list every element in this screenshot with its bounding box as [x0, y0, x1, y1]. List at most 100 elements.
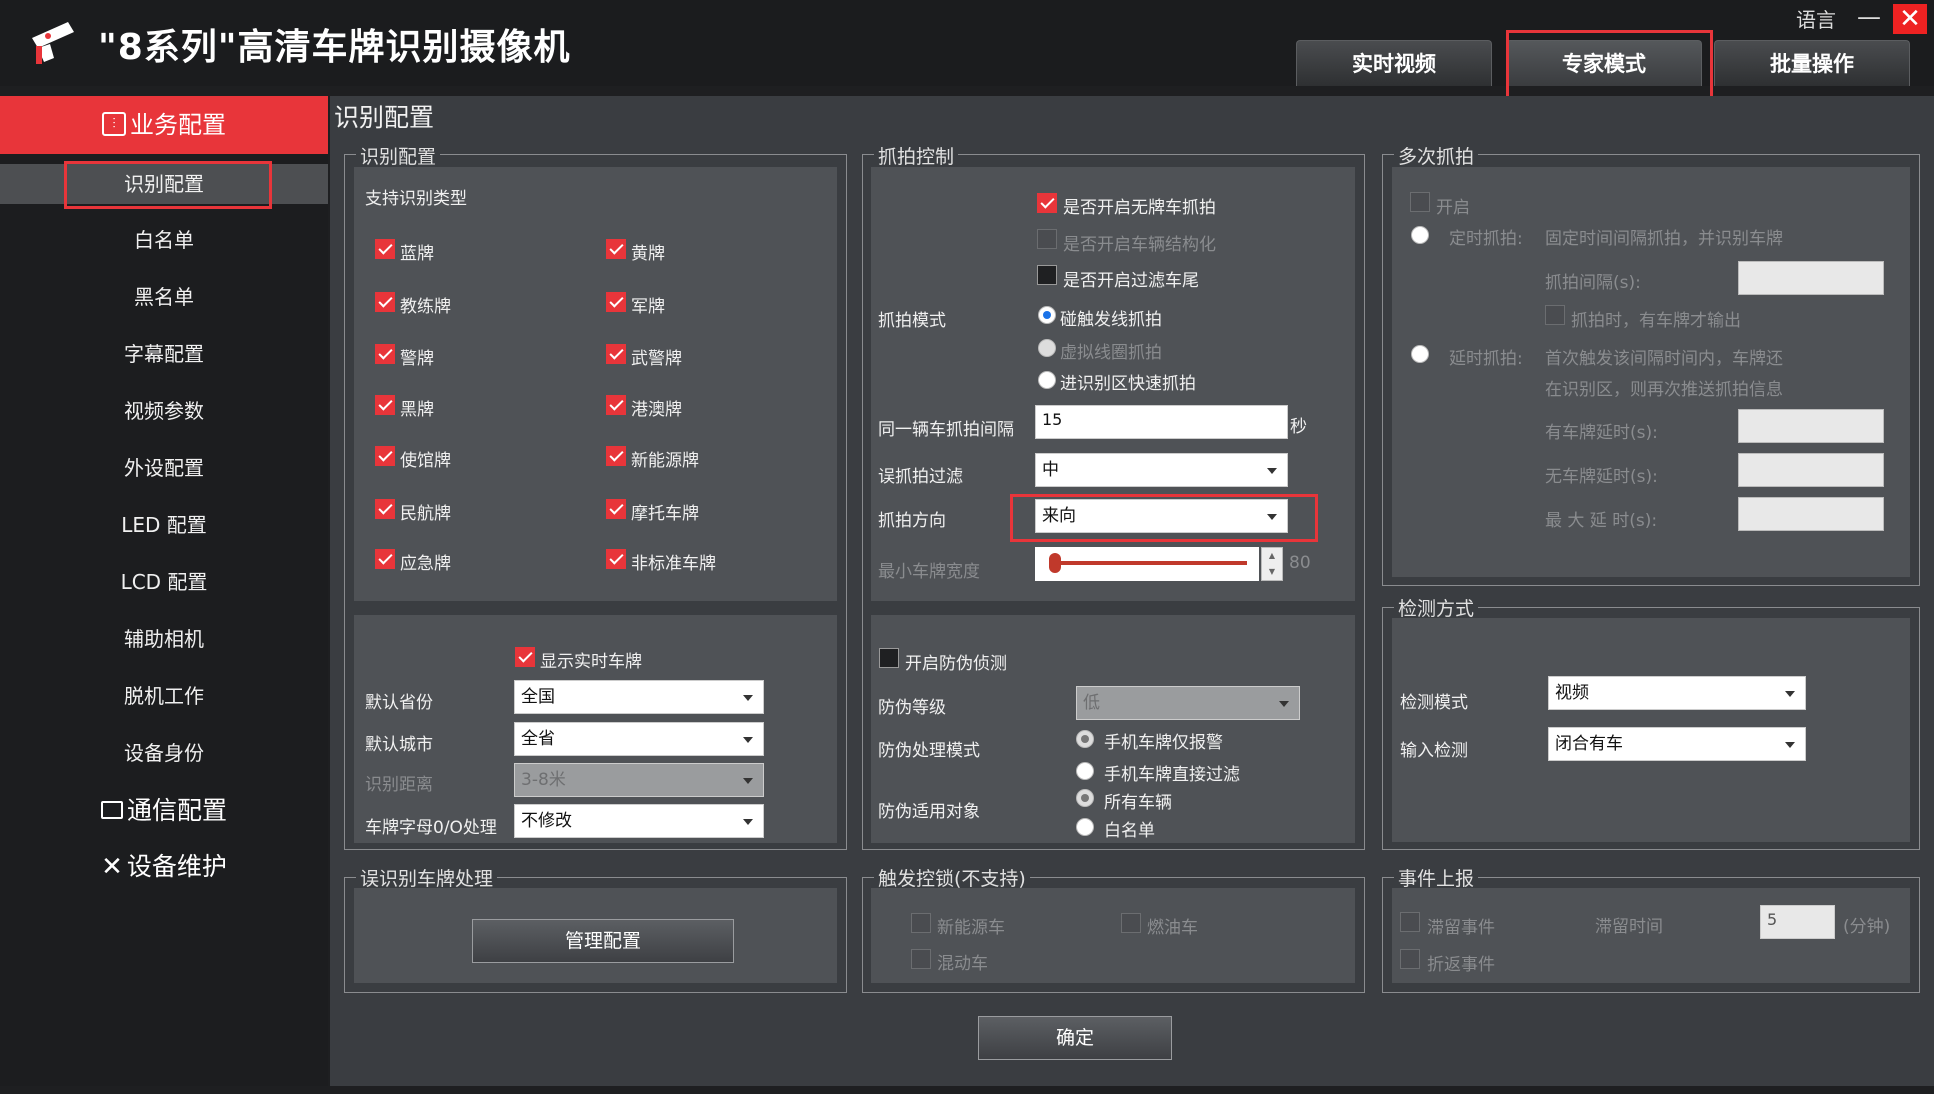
province-label: 默认省份: [365, 693, 433, 713]
radio-label: 白名单: [1104, 821, 1155, 841]
delay-desc: 在识别区，则再次推送抓拍信息: [1545, 380, 1783, 400]
radio-fast-capture[interactable]: [1038, 371, 1056, 389]
detect-mode-label: 检测模式: [1400, 693, 1468, 713]
checkbox-hybrid-vehicle[interactable]: [911, 949, 931, 969]
sidebar-item-recog-config[interactable]: 识别配置: [0, 164, 328, 204]
capture-mode-label: 抓拍模式: [878, 311, 946, 331]
checkbox-fuel-vehicle[interactable]: [1121, 913, 1141, 933]
checkbox-label: 滞留事件: [1427, 918, 1495, 938]
close-button[interactable]: ✕: [1893, 4, 1927, 34]
checkbox-label: 显示实时车牌: [540, 652, 642, 672]
sidebar-item-comm-config[interactable]: 通信配置: [0, 788, 328, 834]
province-select[interactable]: 全国: [514, 680, 764, 714]
sidebar-item-lcd[interactable]: LCD 配置: [0, 562, 328, 602]
max-delay-input[interactable]: [1738, 497, 1884, 531]
radio-trigger-line[interactable]: [1038, 306, 1056, 324]
detect-mode-select[interactable]: 视频: [1548, 676, 1806, 710]
checkbox-new-energy-vehicle[interactable]: [911, 913, 931, 933]
checkbox-yellow-plate[interactable]: [606, 239, 626, 259]
radio-phone-plate-alarm[interactable]: [1076, 730, 1094, 748]
sidebar-item-label: 通信配置: [126, 796, 227, 825]
sidebar-item-device-id[interactable]: 设备身份: [0, 733, 328, 773]
capture-direction-label: 抓拍方向: [878, 511, 946, 531]
sidebar-item-aux-camera[interactable]: 辅助相机: [0, 619, 328, 659]
checkbox-return-event[interactable]: [1400, 949, 1420, 969]
multi-interval-input[interactable]: [1738, 261, 1884, 295]
checkbox-label: 使馆牌: [400, 451, 451, 471]
tab-realtime-video[interactable]: 实时视频: [1296, 40, 1492, 86]
max-delay-label: 最 大 延 时(s):: [1545, 511, 1658, 531]
checkbox-filter-tail[interactable]: [1037, 265, 1057, 285]
group-label: 触发控锁(不支持): [874, 864, 1030, 891]
checkbox-new-energy-plate[interactable]: [606, 446, 626, 466]
checkbox-anti-fake[interactable]: [879, 648, 899, 668]
minimize-button[interactable]: —: [1854, 4, 1884, 34]
camera-logo-icon: [32, 22, 74, 64]
checkbox-vehicle-structuring[interactable]: [1037, 229, 1057, 249]
checkbox-label: 是否开启车辆结构化: [1063, 235, 1216, 255]
checkbox-label: 教练牌: [400, 297, 451, 317]
sidebar-item-video-params[interactable]: 视频参数: [0, 391, 328, 431]
recog-types-panel: [354, 167, 837, 601]
sidebar-item-blacklist[interactable]: 黑名单: [0, 277, 328, 317]
checkbox-output-only-plate[interactable]: [1545, 305, 1565, 325]
checkbox-multi-enable[interactable]: [1410, 192, 1430, 212]
plate-delay-input[interactable]: [1738, 409, 1884, 443]
checkbox-coach-plate[interactable]: [375, 292, 395, 312]
checkbox-nonstandard-plate[interactable]: [606, 549, 626, 569]
sidebar-item-maintenance[interactable]: ✕ 设备维护: [0, 844, 328, 890]
radio-phone-plate-filter[interactable]: [1076, 762, 1094, 780]
checkbox-motorcycle-plate[interactable]: [606, 499, 626, 519]
checkbox-label: 抓拍时，有车牌才输出: [1571, 311, 1741, 331]
radio-all-vehicles[interactable]: [1076, 789, 1094, 807]
interval-input[interactable]: 15: [1035, 405, 1288, 439]
checkbox-no-plate-capture[interactable]: [1037, 193, 1057, 213]
checkbox-civil-aviation-plate[interactable]: [375, 499, 395, 519]
radio-timed-capture[interactable]: [1411, 226, 1429, 244]
confirm-button[interactable]: 确定: [978, 1016, 1172, 1060]
checkbox-armed-police-plate[interactable]: [606, 344, 626, 364]
checkbox-show-realtime-plate[interactable]: [515, 647, 535, 667]
checkbox-label: 折返事件: [1427, 955, 1495, 975]
radio-virtual-coil[interactable]: [1038, 339, 1056, 357]
sidebar-item-business-config[interactable]: ⫶ 业务配置: [0, 96, 328, 154]
checkbox-black-plate[interactable]: [375, 395, 395, 415]
checkbox-blue-plate[interactable]: [375, 239, 395, 259]
capture-direction-select[interactable]: 来向: [1035, 499, 1288, 533]
noplate-delay-input[interactable]: [1738, 453, 1884, 487]
checkbox-label: 港澳牌: [631, 400, 682, 420]
min-plate-width-slider[interactable]: [1035, 547, 1259, 581]
checkbox-label: 非标准车牌: [631, 554, 716, 574]
distance-select[interactable]: 3-8米: [514, 763, 764, 797]
min-plate-width-spinner[interactable]: ▲ ▼: [1261, 547, 1283, 581]
sidebar-item-peripheral[interactable]: 外设配置: [0, 448, 328, 488]
sidebar-item-whitelist[interactable]: 白名单: [0, 220, 328, 260]
radio-whitelist[interactable]: [1076, 818, 1094, 836]
sidebar-item-caption[interactable]: 字幕配置: [0, 334, 328, 374]
noplate-delay-label: 无车牌延时(s):: [1545, 467, 1658, 487]
sidebar-item-offline[interactable]: 脱机工作: [0, 676, 328, 716]
city-label: 默认城市: [365, 735, 433, 755]
page-title: 识别配置: [334, 103, 435, 132]
false-capture-filter-select[interactable]: 中: [1035, 453, 1288, 487]
radio-delay-capture[interactable]: [1411, 345, 1429, 363]
plate-delay-label: 有车牌延时(s):: [1545, 423, 1658, 443]
checkbox-embassy-plate[interactable]: [375, 446, 395, 466]
input-detect-select[interactable]: 闭合有车: [1548, 727, 1806, 761]
tab-expert-mode[interactable]: 专家模式: [1506, 40, 1702, 86]
checkbox-label: 黑牌: [400, 400, 434, 420]
group-label: 事件上报: [1394, 864, 1479, 891]
checkbox-military-plate[interactable]: [606, 292, 626, 312]
tab-batch-operation[interactable]: 批量操作: [1714, 40, 1910, 86]
language-link[interactable]: 语言: [1796, 4, 1836, 33]
city-select[interactable]: 全省: [514, 722, 764, 756]
checkbox-emergency-plate[interactable]: [375, 549, 395, 569]
anti-level-select[interactable]: 低: [1076, 686, 1300, 720]
checkbox-hk-macao-plate[interactable]: [606, 395, 626, 415]
checkbox-stay-event[interactable]: [1400, 912, 1420, 932]
stay-time-input[interactable]: 5: [1760, 905, 1835, 939]
checkbox-police-plate[interactable]: [375, 344, 395, 364]
manage-config-button[interactable]: 管理配置: [472, 919, 734, 963]
sidebar-item-led[interactable]: LED 配置: [0, 505, 328, 545]
letter-handling-select[interactable]: 不修改: [514, 804, 764, 838]
